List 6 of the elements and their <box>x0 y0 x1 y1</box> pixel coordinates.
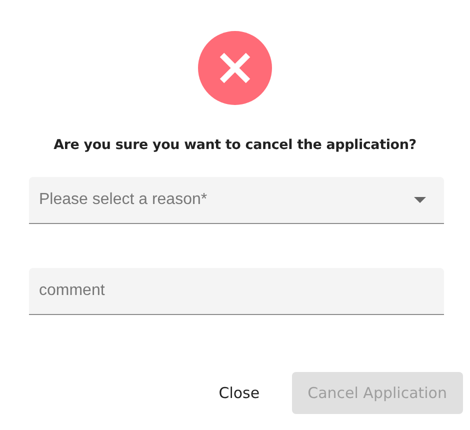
close-button[interactable]: Close <box>202 372 276 414</box>
error-icon <box>198 31 272 105</box>
comment-field[interactable]: comment <box>29 268 444 315</box>
dropdown-caret-icon <box>414 197 426 203</box>
reason-select[interactable]: Please select a reason* <box>29 177 444 224</box>
confirmation-question: Are you sure you want to cancel the application? <box>54 137 416 153</box>
